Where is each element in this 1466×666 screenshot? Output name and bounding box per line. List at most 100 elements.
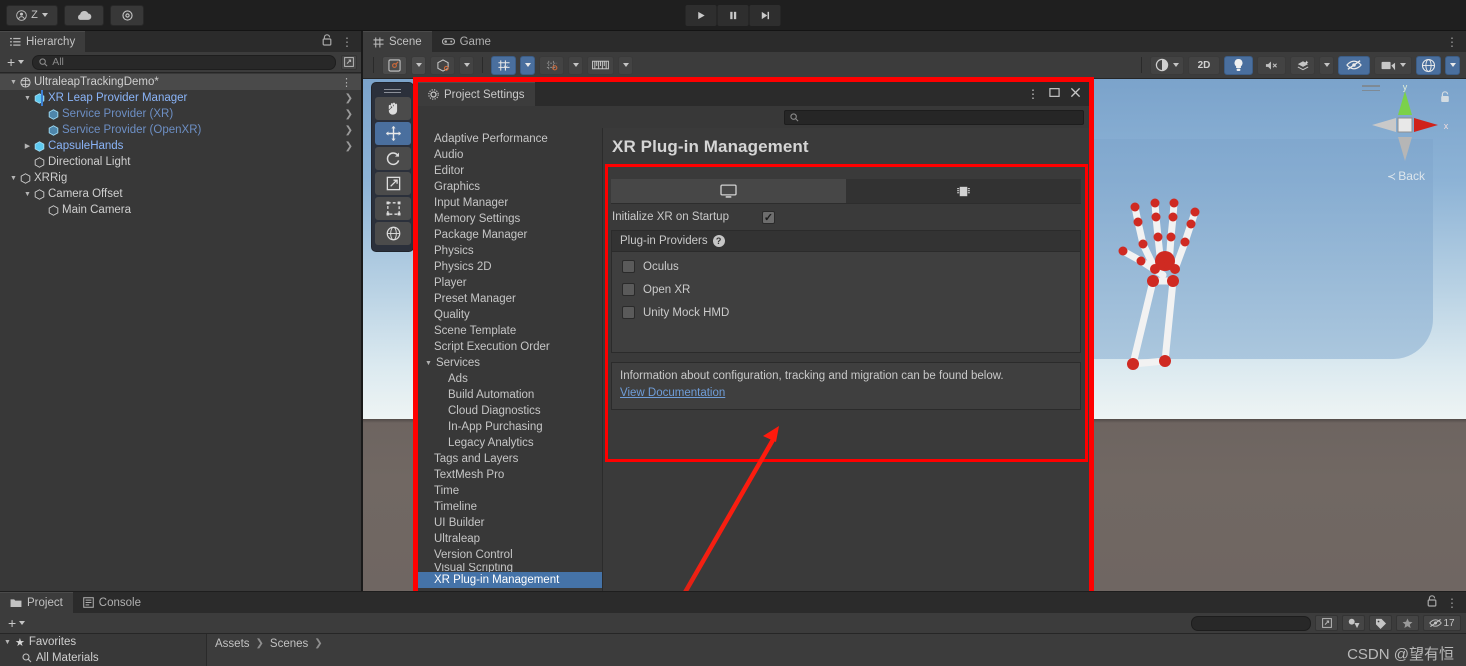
settings-category-xr-plug-in-management[interactable]: XR Plug-in Management [418, 572, 602, 588]
cloud-button[interactable] [64, 4, 104, 26]
settings-button[interactable] [110, 4, 144, 26]
gizmos-dropdown[interactable] [1445, 55, 1460, 75]
kebab-icon[interactable]: ⋮ [1446, 35, 1458, 49]
move-tool[interactable] [375, 122, 411, 145]
hierarchy-item[interactable]: ▼ XRRig [0, 170, 361, 186]
settings-category-memory-settings[interactable]: Memory Settings [418, 211, 602, 227]
hierarchy-item[interactable]: Directional Light [0, 154, 361, 170]
settings-category-ultraleap[interactable]: Ultraleap [418, 531, 602, 547]
pivot-dropdown[interactable] [411, 55, 426, 75]
rotate-tool[interactable] [375, 147, 411, 170]
transform-tool[interactable] [375, 222, 411, 245]
scale-tool[interactable] [375, 172, 411, 195]
lighting-toggle[interactable] [1224, 55, 1253, 75]
gizmo-lock-icon[interactable] [1440, 91, 1450, 106]
settings-category-input-manager[interactable]: Input Manager [418, 195, 602, 211]
triangle-down-icon[interactable]: ▼ [425, 360, 432, 367]
initialize-xr-checkbox[interactable]: ✓ [762, 210, 775, 224]
hierarchy-item[interactable]: ▼ Camera Offset [0, 186, 361, 202]
provider-row[interactable]: Oculus [612, 255, 1080, 278]
hierarchy-item[interactable]: ▼ XR Leap Provider Manager ❯ [0, 90, 361, 106]
fx-dropdown[interactable] [1290, 55, 1315, 75]
triangle-down-icon[interactable]: ▼ [22, 191, 33, 198]
breadcrumb-assets[interactable]: Assets [215, 638, 250, 650]
settings-category-ads[interactable]: Ads [418, 371, 602, 387]
2d-toggle[interactable]: 2D [1188, 55, 1220, 75]
project-search-input[interactable] [1191, 615, 1311, 631]
settings-category-package-manager[interactable]: Package Manager [418, 227, 602, 243]
settings-category-textmesh-pro[interactable]: TextMesh Pro [418, 467, 602, 483]
tab-game[interactable]: Game [431, 31, 501, 52]
gizmo-view-label[interactable]: ≺ Back [1358, 169, 1454, 183]
settings-category-time[interactable]: Time [418, 483, 602, 499]
settings-category-ui-builder[interactable]: UI Builder [418, 515, 602, 531]
settings-category-scene-template[interactable]: Scene Template [418, 323, 602, 339]
account-button[interactable]: Z [6, 4, 58, 26]
chevron-right-icon[interactable]: ❯ [345, 141, 353, 152]
gizmo-grip[interactable] [1362, 85, 1380, 94]
tab-project-settings[interactable]: Project Settings [418, 82, 535, 106]
filter-type-button[interactable] [1342, 615, 1365, 631]
pause-button[interactable] [717, 4, 749, 26]
view-hand-tool[interactable] [375, 97, 411, 120]
settings-category-player[interactable]: Player [418, 275, 602, 291]
hierarchy-item[interactable]: Service Provider (XR) ❯ [0, 106, 361, 122]
kebab-icon[interactable]: ⋮ [1027, 87, 1039, 101]
grid-visibility-toggle[interactable] [539, 55, 564, 75]
settings-category-quality[interactable]: Quality [418, 307, 602, 323]
breadcrumb-scenes[interactable]: Scenes [270, 638, 308, 650]
camera-dropdown[interactable] [1374, 55, 1412, 75]
lock-icon[interactable] [322, 34, 332, 49]
favorites-filter-button[interactable] [1396, 615, 1419, 631]
settings-category-in-app-purchasing[interactable]: In-App Purchasing [418, 419, 602, 435]
filter-label-button[interactable] [1369, 615, 1392, 631]
palette-grip[interactable] [375, 87, 410, 95]
expand-search-button[interactable] [1315, 615, 1338, 631]
settings-category-graphics[interactable]: Graphics [418, 179, 602, 195]
provider-checkbox[interactable] [622, 260, 635, 273]
audio-toggle[interactable] [1257, 55, 1286, 75]
chevron-right-icon[interactable]: ❯ [345, 125, 353, 136]
settings-category-editor[interactable]: Editor [418, 163, 602, 179]
create-asset-button[interactable]: + [5, 615, 28, 631]
settings-category-physics[interactable]: Physics [418, 243, 602, 259]
step-button[interactable] [749, 4, 781, 26]
hierarchy-item[interactable]: Service Provider (OpenXR) ❯ [0, 122, 361, 138]
settings-category-version-control[interactable]: Version Control [418, 547, 602, 563]
hierarchy-item[interactable]: ▶ CapsuleHands ❯ [0, 138, 361, 154]
local-global-dropdown[interactable] [459, 55, 474, 75]
triangle-down-icon[interactable]: ▼ [22, 95, 33, 102]
settings-category-visual-scripting[interactable]: Visual Scripting [418, 563, 602, 572]
play-button[interactable] [685, 4, 717, 26]
settings-category-adaptive-performance[interactable]: Adaptive Performance [418, 131, 602, 147]
triangle-right-icon[interactable]: ▶ [22, 142, 33, 150]
chevron-right-icon[interactable]: ❯ [345, 93, 353, 104]
pivot-center-toggle[interactable] [382, 55, 407, 75]
grid-snapping-dropdown[interactable] [520, 55, 535, 75]
tab-scene[interactable]: Scene [363, 31, 432, 52]
fx-dropdown-arrow[interactable] [1319, 55, 1334, 75]
project-settings-search-input[interactable] [784, 109, 1084, 125]
chevron-right-icon[interactable]: ❯ [345, 109, 353, 120]
draw-mode-dropdown[interactable] [1150, 55, 1184, 75]
maximize-icon[interactable] [1049, 87, 1060, 101]
provider-row[interactable]: Open XR [612, 278, 1080, 301]
settings-category-audio[interactable]: Audio [418, 147, 602, 163]
grid-size-control[interactable] [587, 55, 614, 75]
provider-checkbox[interactable] [622, 306, 635, 319]
hierarchy-search-input[interactable]: All [32, 54, 336, 70]
triangle-down-icon[interactable]: ▼ [8, 79, 19, 86]
hierarchy-popout-button[interactable] [341, 54, 357, 70]
kebab-icon[interactable]: ⋮ [341, 76, 352, 89]
view-documentation-link[interactable]: View Documentation [620, 387, 725, 399]
local-global-toggle[interactable] [430, 55, 455, 75]
visibility-count-button[interactable]: 17 [1423, 615, 1461, 631]
lock-icon[interactable] [1427, 595, 1437, 610]
scene-visibility-toggle[interactable] [1338, 55, 1370, 75]
settings-category-build-automation[interactable]: Build Automation [418, 387, 602, 403]
desktop-platform-tab[interactable] [611, 179, 846, 203]
tab-console[interactable]: Console [72, 592, 151, 613]
grid-visibility-dropdown[interactable] [568, 55, 583, 75]
provider-row[interactable]: Unity Mock HMD [612, 301, 1080, 324]
settings-category-services[interactable]: ▼ Services [418, 355, 602, 371]
